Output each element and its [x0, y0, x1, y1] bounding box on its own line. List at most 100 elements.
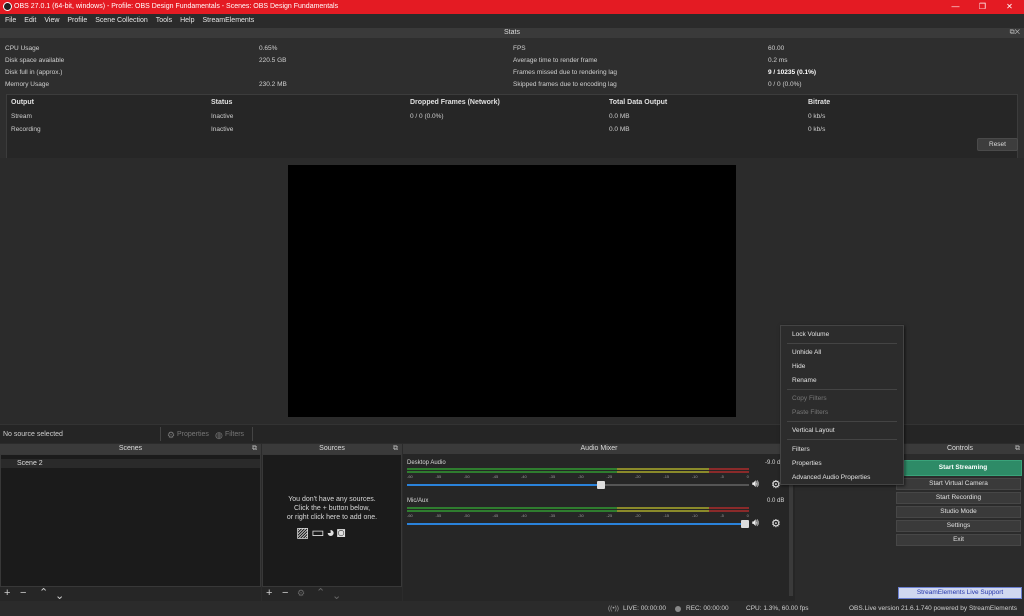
menu-file[interactable]: File [0, 14, 19, 24]
stat-label: Disk full in (approx.) [5, 69, 63, 76]
scale-tick: -10 [691, 474, 698, 479]
stat-label: CPU Usage [5, 45, 40, 52]
table-cell: 0.0 MB [609, 126, 630, 133]
scale-tick: -35 [549, 513, 556, 518]
menu-help[interactable]: Help [175, 14, 197, 24]
menu-item-properties[interactable]: Properties [792, 460, 822, 467]
window-title: OBS 27.0.1 (64-bit, windows) - Profile: … [14, 3, 339, 10]
start-streaming-button[interactable]: Start Streaming [904, 460, 1022, 476]
menu-scene-collection[interactable]: Scene Collection [90, 14, 151, 24]
start-recording-button[interactable]: Start Recording [896, 492, 1021, 504]
stat-label: Skipped frames due to encoding lag [513, 81, 617, 88]
remove-icon[interactable]: − [20, 587, 26, 600]
scale-tick: -55 [435, 513, 442, 518]
controls-title: Controls [946, 445, 974, 452]
menu-tools[interactable]: Tools [151, 14, 175, 24]
dock-float-icon[interactable]: ⧉✕ [1010, 28, 1020, 38]
menu-view[interactable]: View [39, 14, 62, 24]
sources-toolbar: + − ⚙ ⌃ ⌃ [262, 587, 402, 601]
properties-button[interactable]: Properties [177, 431, 209, 438]
menu-item-rename[interactable]: Rename [792, 377, 817, 384]
start-virtual-camera-button[interactable]: Start Virtual Camera [896, 478, 1021, 490]
audio-mixer-dock: Audio Mixer⧉ Desktop Audio -9.0 dB -60-5… [403, 444, 795, 601]
maximize-button[interactable]: ❐ [969, 0, 996, 14]
scale-tick: -15 [663, 513, 670, 518]
settings-button[interactable]: Settings [896, 520, 1021, 532]
menu-profile[interactable]: Profile [62, 14, 90, 24]
menu-item-filters[interactable]: Filters [792, 446, 810, 453]
table-cell: Inactive [211, 113, 234, 120]
menu-item-vertical-layout[interactable]: Vertical Layout [792, 427, 835, 434]
close-button[interactable]: ✕ [996, 0, 1023, 14]
divider [252, 427, 253, 441]
sources-list[interactable]: You don't have any sources. Click the + … [262, 454, 402, 587]
scale-tick: -60 [407, 513, 413, 518]
scenes-title-bar: Scenes ⧉ [0, 444, 261, 454]
add-icon[interactable]: + [266, 587, 272, 600]
display-icon: ▭ [311, 524, 327, 540]
speaker-icon[interactable]: 🔊︎ [752, 517, 759, 530]
table-cell: 0 kb/s [808, 113, 826, 120]
hint-line: or right click here to add one. [286, 514, 378, 521]
meter-scale: -60 -55 -50 -45 -40 -35 -30 -25 -20 -15 -10 -5 0 [407, 513, 749, 518]
reset-button[interactable]: Reset [977, 138, 1018, 151]
scale-tick: -50 [463, 474, 470, 479]
remove-icon[interactable]: − [282, 587, 288, 600]
menu-item-hide[interactable]: Hide [792, 363, 805, 370]
mixer-title-bar: Audio Mixer⧉ [403, 444, 795, 454]
volume-slider-handle[interactable] [597, 481, 605, 489]
scale-tick: -45 [492, 513, 499, 518]
stat-value: 0 / 0 (0.0%) [768, 81, 802, 88]
stats-title: Stats [504, 29, 520, 36]
gear-icon[interactable]: ⚙ [771, 517, 781, 530]
menu-separator [787, 439, 897, 440]
add-icon[interactable]: + [4, 587, 10, 600]
streamelements-support-button[interactable]: StreamElements Live Support [898, 587, 1022, 599]
volume-slider-fill [407, 523, 749, 525]
scale-tick: -10 [691, 513, 698, 518]
channel-db: 0.0 dB [767, 498, 785, 504]
stat-value: 230.2 MB [259, 81, 287, 88]
menu-item-unhide-all[interactable]: Unhide All [792, 349, 821, 356]
cpu-fps-readout: CPU: 1.3%, 60.00 fps [746, 605, 809, 612]
program-preview-canvas[interactable] [288, 165, 736, 417]
scale-tick: 0 [746, 474, 749, 479]
scenes-title: Scenes [118, 445, 143, 452]
stats-title-bar: Stats ⧉✕ [0, 28, 1024, 38]
move-up-icon[interactable]: ⌃ [39, 587, 48, 600]
column-header: Total Data Output [609, 99, 668, 106]
volume-meter-red [709, 507, 749, 509]
exit-button[interactable]: Exit [896, 534, 1021, 546]
scale-tick: -25 [606, 513, 613, 518]
filters-button[interactable]: Filters [225, 431, 244, 438]
menu-separator [787, 421, 897, 422]
menu-edit[interactable]: Edit [19, 14, 39, 24]
scale-tick: -40 [520, 474, 527, 479]
minimize-button[interactable]: — [942, 0, 969, 14]
stat-value: 9 / 10235 (0.1%) [768, 69, 817, 76]
volume-slider-handle[interactable] [741, 520, 749, 528]
table-cell: 0.0 MB [609, 113, 630, 120]
column-header: Output [11, 99, 34, 106]
move-down-icon[interactable]: ⌃ [55, 587, 64, 600]
speaker-icon[interactable]: 🔊︎ [752, 478, 759, 491]
volume-slider-track[interactable] [407, 520, 749, 528]
menu-separator [787, 389, 897, 390]
volume-slider-track[interactable] [407, 481, 749, 489]
menu-item-lock-volume[interactable]: Lock Volume [792, 331, 829, 338]
move-down-icon: ⌃ [332, 588, 342, 600]
menu-item-advanced-audio-properties[interactable]: Advanced Audio Properties [792, 474, 870, 481]
scale-tick: -35 [549, 474, 556, 479]
menu-streamelements[interactable]: StreamElements [198, 14, 258, 24]
dock-float-icon[interactable]: ⧉ [393, 444, 398, 454]
volume-meter-yellow [617, 507, 709, 509]
scale-tick: -5 [720, 474, 724, 479]
scale-tick: -50 [463, 513, 470, 518]
studio-mode-button[interactable]: Studio Mode [896, 506, 1021, 518]
dock-float-icon[interactable]: ⧉ [1015, 444, 1020, 454]
dock-float-icon[interactable]: ⧉ [252, 444, 257, 454]
live-timer: LIVE: 00:00:00 [623, 605, 667, 612]
list-item[interactable]: Scene 2 [1, 459, 260, 468]
column-header: Status [211, 99, 233, 106]
scale-tick: -30 [577, 474, 584, 479]
